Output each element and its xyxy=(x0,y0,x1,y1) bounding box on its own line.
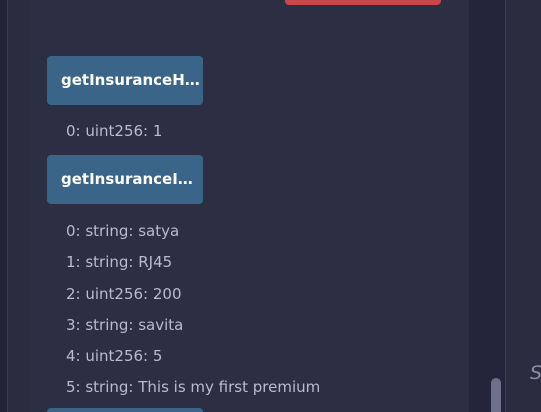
function-output-line: 0: uint256: 1 xyxy=(66,122,163,140)
left-divider xyxy=(7,0,8,412)
function-output-line: 2: uint256: 200 xyxy=(66,285,182,303)
function-output-line: 3: string: savita xyxy=(66,316,184,334)
editor-text-fragment: S xyxy=(530,362,541,384)
transact-button-red[interactable] xyxy=(285,0,441,5)
function-output-line: 5: string: This is my first premium xyxy=(66,378,321,396)
function-output-line: 0: string: satya xyxy=(66,222,180,240)
function-button-next[interactable] xyxy=(47,408,203,412)
remix-run-panel: getInsuranceH… 0: uint256: 1 getInsuranc… xyxy=(0,0,541,412)
function-output-line: 4: uint256: 5 xyxy=(66,347,163,365)
function-button-get-insurance-h[interactable]: getInsuranceH… xyxy=(47,56,203,105)
editor-area xyxy=(506,0,541,412)
function-button-get-insurance-in[interactable]: getInsuranceIn… xyxy=(47,155,203,204)
editor-gutter xyxy=(469,0,505,412)
scrollbar-thumb[interactable] xyxy=(491,378,501,412)
function-output-line: 1: string: RJ45 xyxy=(66,253,173,271)
